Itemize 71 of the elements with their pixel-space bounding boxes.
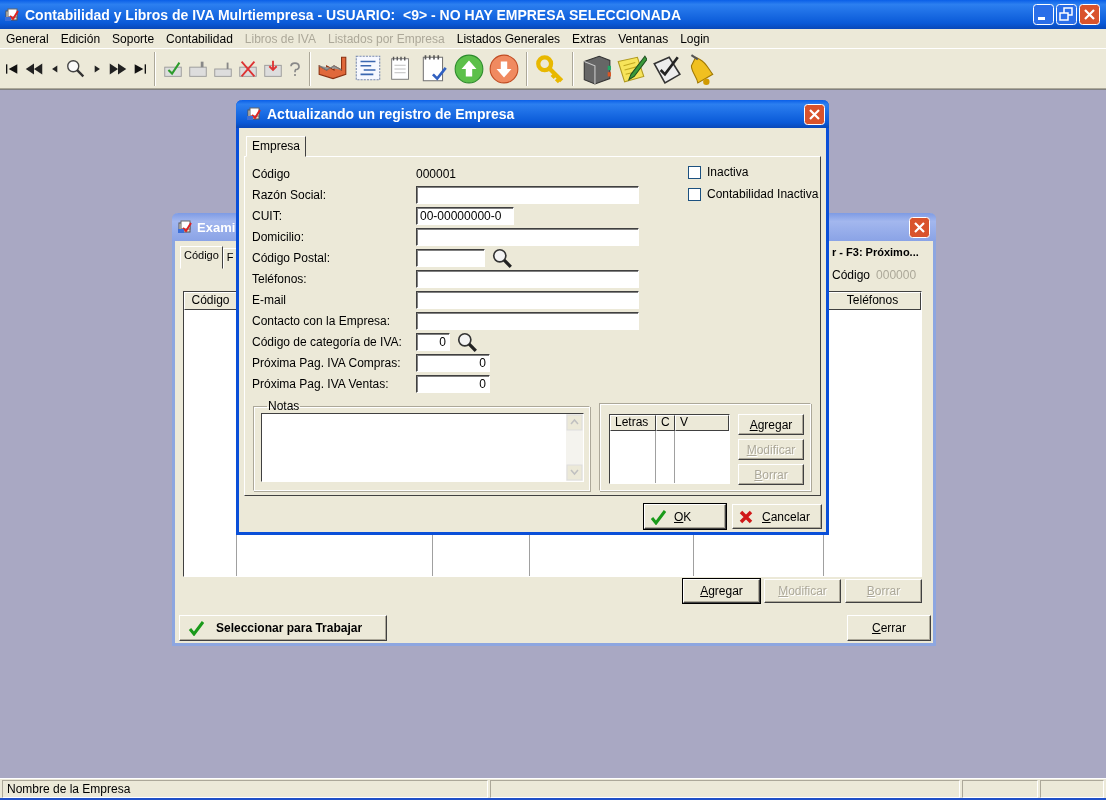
- search-icon[interactable]: [491, 246, 513, 269]
- group-label: Notas: [267, 399, 301, 413]
- field-label: Teléfonos:: [252, 271, 308, 286]
- menu-item[interactable]: Soporte: [106, 31, 161, 46]
- close-icon[interactable]: [909, 216, 930, 238]
- window-title: Exami: [197, 219, 236, 235]
- scrollbar: [566, 414, 583, 481]
- menu-item[interactable]: Listados Generales: [450, 31, 567, 46]
- input-field[interactable]: [416, 311, 639, 330]
- search-icon[interactable]: [456, 330, 478, 353]
- menu-item[interactable]: Extras: [566, 31, 613, 46]
- input-field[interactable]: [416, 248, 485, 267]
- column-header: Letras: [610, 415, 656, 431]
- app-icon: [246, 106, 262, 122]
- menu-item[interactable]: Contabilidad: [160, 31, 239, 46]
- code-value: 000001: [416, 166, 458, 181]
- select-button[interactable]: Seleccionar para Trabajar: [179, 615, 387, 641]
- close-button[interactable]: Cerrar: [847, 615, 931, 641]
- minimize-icon[interactable]: [1033, 4, 1054, 25]
- input-field[interactable]: 0: [416, 332, 450, 351]
- input-field[interactable]: 00-00000000-0: [416, 206, 514, 225]
- field-label: Código Postal:: [252, 250, 332, 265]
- field-label: Razón Social:: [252, 187, 328, 202]
- field-label: Próxima Pag. IVA Ventas:: [252, 376, 390, 391]
- restore-icon[interactable]: [1056, 4, 1077, 25]
- action-button[interactable]: Agregar: [683, 579, 760, 603]
- status-text: Nombre de la Empresa: [2, 780, 488, 798]
- close-icon[interactable]: [804, 103, 825, 125]
- input-field[interactable]: [416, 227, 639, 246]
- field-label: Próxima Pag. IVA Compras:: [252, 355, 402, 370]
- cross-icon: [738, 508, 754, 525]
- input-field[interactable]: 0: [416, 374, 490, 393]
- tab[interactable]: Código: [180, 246, 223, 269]
- app-icon: [4, 6, 20, 23]
- menu-item[interactable]: Ventanas: [612, 31, 675, 46]
- field-label: Domicilio:: [252, 229, 305, 244]
- cancel-button[interactable]: Cancelar: [732, 504, 822, 529]
- input-field[interactable]: [416, 269, 639, 288]
- search-icon[interactable]: [65, 57, 87, 80]
- field-label: Código: [832, 268, 871, 282]
- check-icon: [188, 620, 204, 636]
- input-field[interactable]: 0: [416, 353, 490, 372]
- menu-item[interactable]: General: [0, 31, 55, 46]
- input-field[interactable]: [416, 290, 639, 309]
- action-button[interactable]: Agregar: [738, 414, 804, 435]
- checkbox-label: Contabilidad Inactiva: [707, 187, 819, 201]
- check-icon: [650, 508, 666, 525]
- field-label: CUIT:: [252, 208, 283, 223]
- column-header: Código: [184, 292, 237, 310]
- tab[interactable]: Empresa: [246, 136, 307, 157]
- field-label: Contacto con la Empresa:: [252, 313, 392, 328]
- ok-button[interactable]: OK: [644, 504, 726, 529]
- field-label: Código: [252, 166, 292, 181]
- checkbox[interactable]: [688, 187, 701, 201]
- menu-item[interactable]: Edición: [54, 31, 107, 46]
- column-header: V: [675, 415, 729, 431]
- checkbox[interactable]: [688, 165, 701, 179]
- menu-item[interactable]: Login: [674, 31, 716, 46]
- dialog-title: Actualizando un registro de Empresa: [267, 106, 515, 122]
- code-value: 000000: [876, 268, 917, 282]
- notes-field[interactable]: [261, 413, 584, 482]
- input-field[interactable]: [416, 185, 639, 204]
- shortcut-hint: r - F3: Próximo...: [832, 246, 919, 258]
- app-icon: [177, 219, 193, 235]
- status-panel: [1040, 780, 1104, 798]
- checkbox-label: Inactiva: [707, 165, 749, 179]
- field-label: E-mail: [252, 292, 287, 307]
- window-title: Contabilidad y Libros de IVA Mulrtiempresa - USUARIO: <9> - NO HAY EMPRESA SELECCIONADA: [25, 6, 682, 23]
- close-icon[interactable]: [1079, 4, 1100, 25]
- field-label: Código de categoría de IVA:: [252, 334, 403, 349]
- column-header: C: [656, 415, 675, 431]
